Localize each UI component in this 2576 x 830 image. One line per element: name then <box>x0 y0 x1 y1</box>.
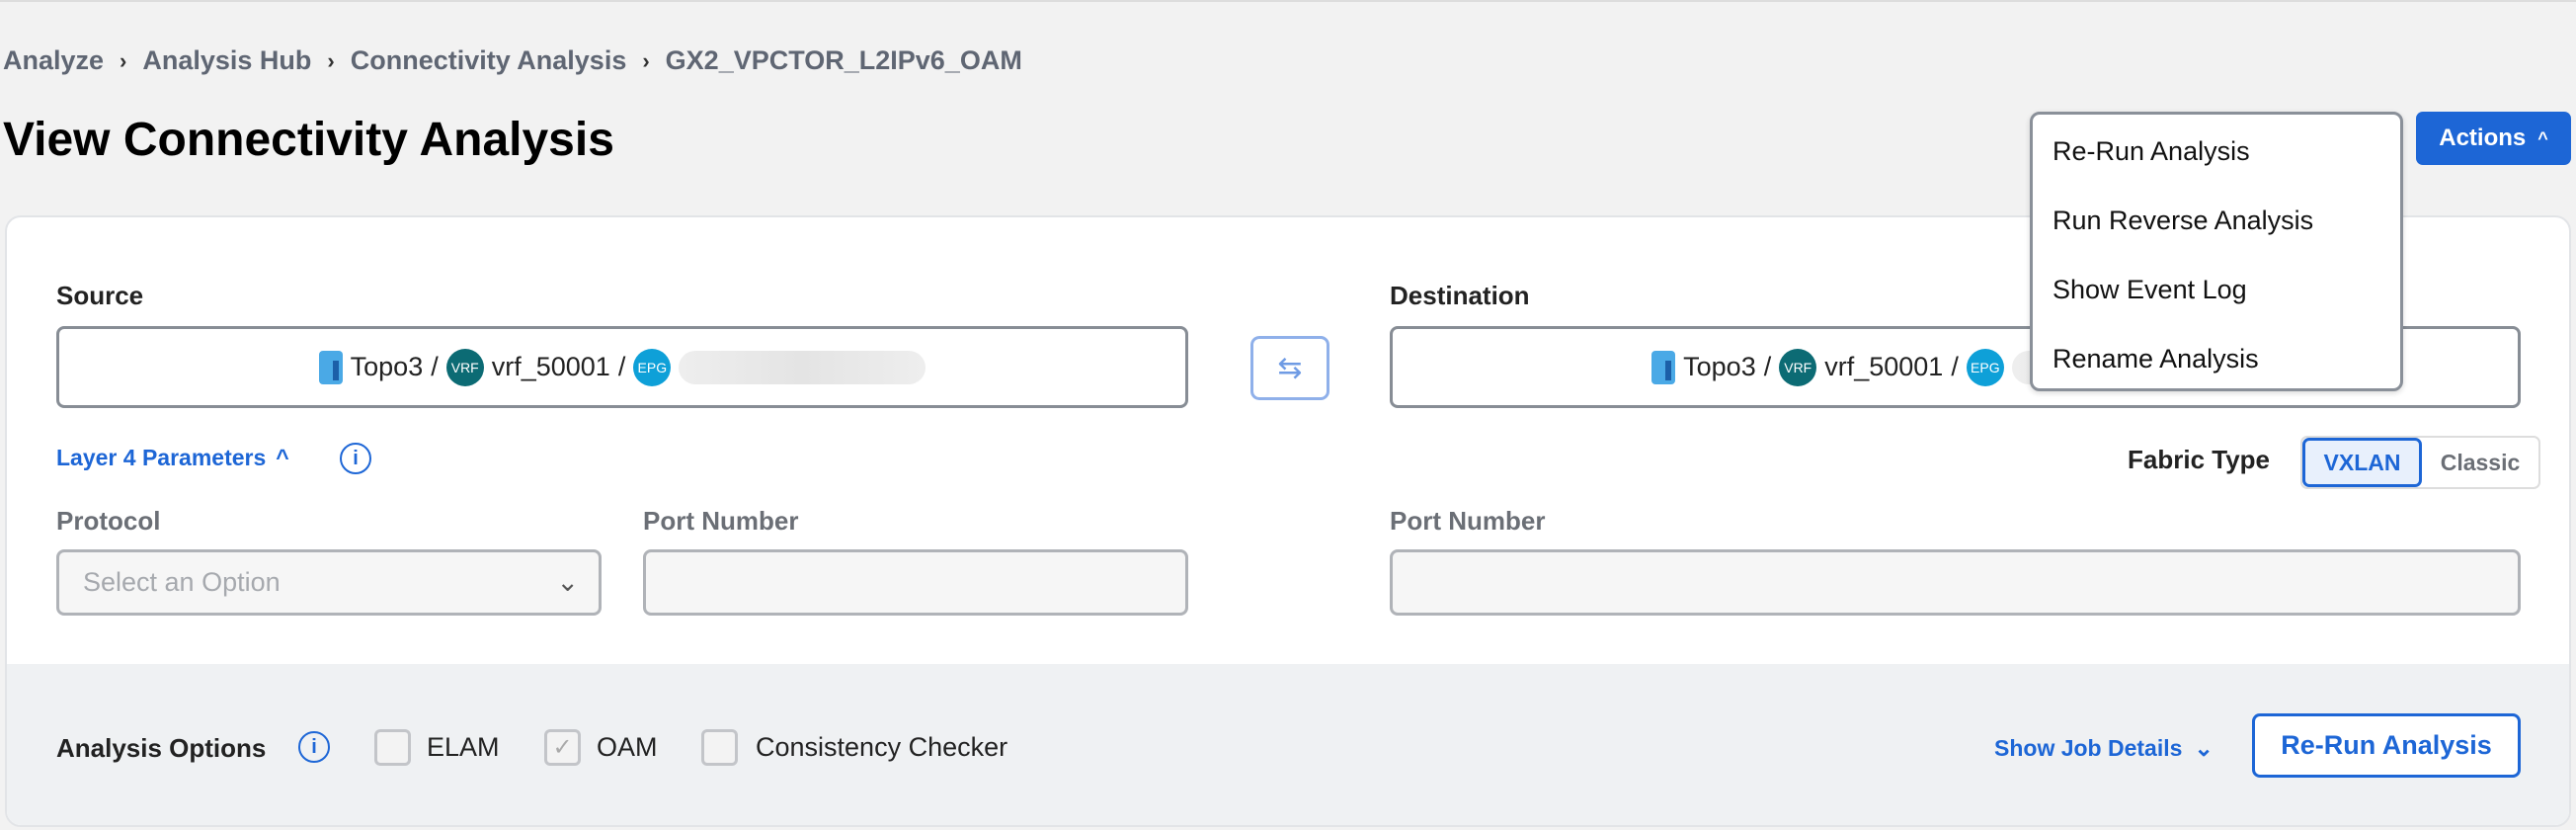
checkmark-icon: ✓ <box>544 729 581 766</box>
destination-topology: Topo3 <box>1683 352 1756 381</box>
consistency-checker-label: Consistency Checker <box>756 732 1008 762</box>
show-job-details-label: Show Job Details <box>1994 735 2183 761</box>
show-job-details-toggle[interactable]: Show Job Details ⌄ <box>1994 735 2214 762</box>
layer4-label: Layer 4 Parameters <box>56 445 267 470</box>
oam-label: OAM <box>597 732 658 762</box>
analysis-options-bar: Analysis Options i ELAM ✓ OAM Consistency… <box>7 664 2569 825</box>
breadcrumb-separator: › <box>642 47 650 73</box>
breadcrumb-separator: › <box>120 47 127 73</box>
protocol-label: Protocol <box>56 506 161 536</box>
fabric-vxlan-option[interactable]: VXLAN <box>2302 438 2422 487</box>
checkbox-icon <box>374 729 411 766</box>
oam-checkbox[interactable]: ✓ OAM <box>544 729 658 766</box>
epg-icon: EPG <box>633 348 672 386</box>
separator: / <box>1763 352 1772 381</box>
chevron-down-icon: ⌄ <box>2194 735 2214 761</box>
swap-button[interactable]: ⇆ <box>1250 336 1329 400</box>
layer4-toggle[interactable]: Layer 4 Parameters ^ <box>56 445 289 471</box>
vrf-icon: VRF <box>1779 348 1817 386</box>
menu-item-rename-analysis[interactable]: Rename Analysis <box>2053 344 2259 374</box>
destination-port-label: Port Number <box>1390 506 1546 536</box>
destination-port-input[interactable] <box>1390 549 2521 616</box>
protocol-placeholder: Select an Option <box>83 567 281 597</box>
actions-menu: Re-Run Analysis Run Reverse Analysis Sho… <box>2030 112 2403 391</box>
actions-label: Actions <box>2439 124 2527 151</box>
fabric-type-label: Fabric Type <box>2128 445 2271 474</box>
destination-vrf: vrf_50001 <box>1824 352 1944 381</box>
fabric-type-toggle: VXLAN Classic <box>2300 436 2540 489</box>
vrf-icon: VRF <box>445 348 484 386</box>
elam-label: ELAM <box>427 732 500 762</box>
breadcrumb-analysis-hub[interactable]: Analysis Hub <box>142 45 311 76</box>
source-port-input[interactable] <box>643 549 1188 616</box>
info-icon[interactable]: i <box>298 731 330 763</box>
protocol-select[interactable]: Select an Option ⌄ <box>56 549 602 616</box>
actions-button[interactable]: Actions ^ <box>2416 112 2571 165</box>
separator: / <box>431 352 439 381</box>
breadcrumb-connectivity-analysis[interactable]: Connectivity Analysis <box>351 45 627 76</box>
breadcrumb-separator: › <box>327 47 335 73</box>
elam-checkbox[interactable]: ELAM <box>374 729 500 766</box>
fabric-classic-option[interactable]: Classic <box>2422 438 2538 487</box>
redacted-epg <box>679 350 926 384</box>
source-port-label: Port Number <box>643 506 799 536</box>
consistency-checker-checkbox[interactable]: Consistency Checker <box>701 729 1007 766</box>
rerun-analysis-button[interactable]: Re-Run Analysis <box>2252 713 2521 778</box>
source-vrf: vrf_50001 <box>491 352 610 381</box>
breadcrumb-analyze[interactable]: Analyze <box>3 45 104 76</box>
breadcrumb-current: GX2_VPCTOR_L2IPv6_OAM <box>665 45 1022 75</box>
swap-icon: ⇆ <box>1277 352 1303 384</box>
menu-item-rerun-analysis[interactable]: Re-Run Analysis <box>2053 136 2250 167</box>
topology-icon <box>1651 350 1676 384</box>
topology-icon <box>318 350 343 384</box>
breadcrumb: Analyze › Analysis Hub › Connectivity Anal… <box>3 45 1022 76</box>
checkbox-icon <box>701 729 738 766</box>
page-title: View Connectivity Analysis <box>3 114 614 166</box>
chevron-up-icon: ^ <box>2537 127 2548 148</box>
source-topology: Topo3 <box>350 352 424 381</box>
source-label: Source <box>56 281 144 310</box>
destination-label: Destination <box>1390 281 1530 310</box>
chevron-down-icon: ⌄ <box>556 567 579 597</box>
separator: / <box>1951 352 1959 381</box>
analysis-options-label: Analysis Options <box>56 733 267 763</box>
source-input[interactable]: Topo3/ VRF vrf_50001/ EPG <box>56 326 1188 408</box>
separator: / <box>617 352 626 381</box>
chevron-up-icon: ^ <box>276 445 289 470</box>
epg-icon: EPG <box>1966 348 2004 386</box>
info-icon[interactable]: i <box>340 443 371 474</box>
menu-item-show-event-log[interactable]: Show Event Log <box>2053 275 2247 305</box>
menu-item-run-reverse-analysis[interactable]: Run Reverse Analysis <box>2053 206 2313 236</box>
